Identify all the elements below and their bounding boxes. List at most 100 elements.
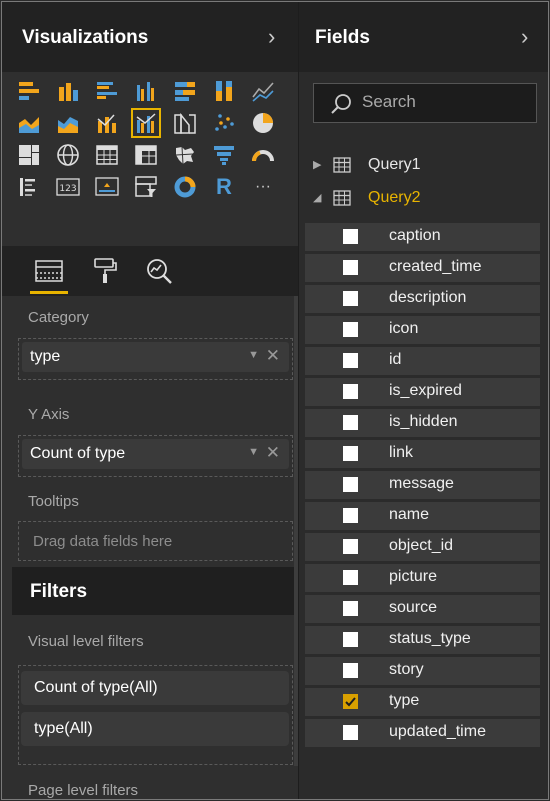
page-level-filters-label: Page level filters (28, 782, 139, 799)
slicer-icon[interactable] (133, 174, 159, 200)
field-row-id[interactable]: id (305, 347, 540, 375)
hundred-percent-column-icon[interactable] (211, 78, 237, 104)
clustered-bar-icon[interactable] (94, 78, 120, 104)
pie-chart-icon[interactable] (250, 110, 276, 136)
y-axis-dropdown-caret-icon[interactable]: ▼ (248, 446, 259, 458)
line-column-icon[interactable] (94, 110, 120, 136)
multi-row-card-icon[interactable] (16, 174, 42, 200)
area-chart-icon[interactable] (16, 110, 42, 136)
donut-icon[interactable] (172, 174, 198, 200)
filter-card[interactable]: Count of type(All) (21, 671, 289, 705)
field-checkbox[interactable] (343, 694, 358, 709)
y-axis-remove-close-icon[interactable]: ✕ (266, 443, 280, 463)
analytics-magnifier-icon[interactable] (142, 256, 176, 286)
category-dropdown-caret-icon[interactable]: ▼ (248, 349, 259, 361)
r-visual-icon[interactable]: R (211, 174, 237, 200)
matrix-icon[interactable] (133, 142, 159, 168)
field-checkbox[interactable] (343, 353, 358, 368)
field-checkbox[interactable] (343, 322, 358, 337)
collapse-visualizations-chevron-icon[interactable]: › (268, 26, 275, 48)
field-row-description[interactable]: description (305, 285, 540, 313)
tooltips-well[interactable]: Drag data fields here (18, 521, 293, 561)
y-axis-well[interactable]: Count of type ▼ ✕ (18, 435, 293, 477)
card-icon[interactable]: 123 (55, 174, 81, 200)
fields-tab-icon[interactable] (30, 256, 68, 294)
field-checkbox[interactable] (343, 539, 358, 554)
hundred-percent-bar-icon[interactable] (172, 78, 198, 104)
field-checkbox[interactable] (343, 229, 358, 244)
format-paint-roller-icon[interactable] (88, 256, 122, 286)
field-checkbox[interactable] (343, 570, 358, 585)
more-icon[interactable]: ··· (250, 174, 276, 200)
field-checkbox[interactable] (343, 446, 358, 461)
scatter-chart-icon[interactable] (211, 110, 237, 136)
field-row-created-time[interactable]: created_time (305, 254, 540, 282)
more-label: ··· (255, 178, 271, 195)
stacked-bar-icon[interactable] (16, 78, 42, 104)
field-row-is-expired[interactable]: is_expired (305, 378, 540, 406)
filter-card[interactable]: type(All) (21, 712, 289, 746)
query-name: Query2 (368, 189, 421, 206)
query-node-query1[interactable]: ▶ Query1 (313, 154, 543, 180)
gauge-icon[interactable] (250, 142, 276, 168)
table-icon[interactable] (94, 142, 120, 168)
y-axis-field-pill[interactable]: Count of type ▼ ✕ (22, 439, 289, 469)
filter-card-label: type(All) (34, 720, 93, 737)
field-checkbox[interactable] (343, 260, 358, 275)
category-field-pill[interactable]: type ▼ ✕ (22, 342, 289, 372)
field-checkbox[interactable] (343, 663, 358, 678)
field-row-type[interactable]: type (305, 688, 540, 716)
query-node-query2[interactable]: ◢ Query2 (313, 187, 543, 213)
field-row-source[interactable]: source (305, 595, 540, 623)
field-checkbox[interactable] (343, 477, 358, 492)
field-row-status-type[interactable]: status_type (305, 626, 540, 654)
field-label: icon (389, 320, 419, 337)
collapse-fields-chevron-icon[interactable]: › (521, 26, 528, 48)
visual-level-filters-well[interactable]: Count of type(All) type(All) (18, 665, 293, 765)
field-row-link[interactable]: link (305, 440, 540, 468)
field-checkbox[interactable] (343, 632, 358, 647)
pane-scrollbar[interactable] (294, 296, 298, 766)
kpi-icon[interactable] (94, 174, 120, 200)
visualizations-title: Visualizations (22, 27, 149, 48)
ribbon-chart-icon[interactable] (172, 110, 198, 136)
field-label: is_expired (389, 382, 462, 399)
category-label: Category (28, 309, 89, 326)
field-label: updated_time (389, 723, 486, 740)
field-checkbox[interactable] (343, 601, 358, 616)
category-well[interactable]: type ▼ ✕ (18, 338, 293, 380)
field-label: type (389, 692, 420, 709)
filled-map-icon[interactable] (172, 142, 198, 168)
field-checkbox[interactable] (343, 291, 358, 306)
field-row-story[interactable]: story (305, 657, 540, 685)
field-label: source (389, 599, 438, 616)
report-editor: Visualizations › 123 R ··· Category type ▼… (1, 1, 549, 800)
category-remove-close-icon[interactable]: ✕ (266, 346, 280, 366)
field-row-is-hidden[interactable]: is_hidden (305, 409, 540, 437)
field-row-caption[interactable]: caption (305, 223, 540, 251)
expand-arrow-icon[interactable]: ▶ (313, 158, 321, 171)
fields-search-box[interactable] (313, 83, 537, 123)
map-icon[interactable] (55, 142, 81, 168)
line-clustered-column-icon[interactable] (131, 108, 161, 138)
collapse-arrow-icon[interactable]: ◢ (313, 191, 321, 204)
treemap-icon[interactable] (16, 142, 42, 168)
clustered-column-icon[interactable] (133, 78, 159, 104)
field-row-message[interactable]: message (305, 471, 540, 499)
field-row-object-id[interactable]: object_id (305, 533, 540, 561)
field-checkbox[interactable] (343, 725, 358, 740)
line-chart-icon[interactable] (250, 78, 276, 104)
stacked-area-icon[interactable] (55, 110, 81, 136)
field-checkbox[interactable] (343, 508, 358, 523)
field-checkbox[interactable] (343, 384, 358, 399)
funnel-icon[interactable] (211, 142, 237, 168)
visualizations-pane: Visualizations › 123 R ··· Category type ▼… (2, 2, 299, 799)
stacked-column-icon[interactable] (55, 78, 81, 104)
field-row-picture[interactable]: picture (305, 564, 540, 592)
field-row-icon[interactable]: icon (305, 316, 540, 344)
field-row-updated-time[interactable]: updated_time (305, 719, 540, 747)
field-checkbox[interactable] (343, 415, 358, 430)
field-label: story (389, 661, 424, 678)
search-input[interactable] (362, 92, 522, 112)
field-row-name[interactable]: name (305, 502, 540, 530)
